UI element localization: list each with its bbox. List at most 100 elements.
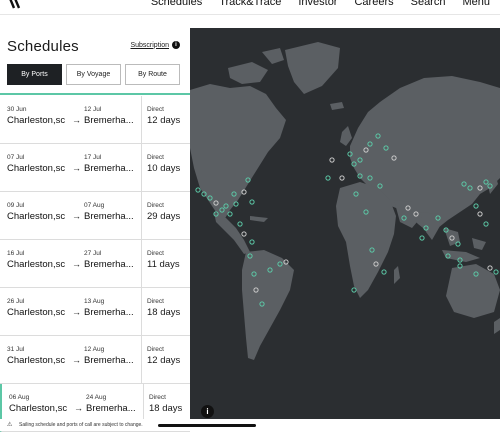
arrival-date: 13 Aug xyxy=(84,298,105,305)
transit-duration: 11 days xyxy=(147,259,180,270)
port-marker[interactable] xyxy=(419,235,425,241)
footer-notice-text: Sailing schedule and ports of call are s… xyxy=(19,422,143,428)
nav-links: Schedules Track&Trace Investor Careers S… xyxy=(134,0,490,8)
route-type: Direct xyxy=(147,202,164,209)
arrival-cell: 12 Aug Bremerha... xyxy=(84,346,140,366)
port-marker[interactable] xyxy=(487,265,493,271)
arrival-date: 27 Jul xyxy=(84,250,102,257)
schedule-row[interactable]: 31 Jul Charleston,sc → 12 Aug Bremerha... Dir… xyxy=(0,336,190,384)
transit-duration: 10 days xyxy=(147,163,181,174)
transit-duration: 12 days xyxy=(147,355,181,366)
logo-icon[interactable] xyxy=(8,0,24,10)
arrow-right-icon: → xyxy=(72,355,81,365)
transit-duration: 12 days xyxy=(147,115,181,126)
arrival-cell: 07 Aug Bremerha... xyxy=(84,202,140,222)
arrival-date: 07 Aug xyxy=(84,202,105,209)
arrow-right-icon: → xyxy=(72,211,81,221)
departure-cell: 26 Jul Charleston,sc xyxy=(7,298,75,318)
page-title: Schedules xyxy=(7,38,79,55)
top-nav: Schedules Track&Trace Investor Careers S… xyxy=(0,0,500,15)
info-icon[interactable]: i xyxy=(172,41,180,49)
arrival-cell: 27 Jul Bremerha... xyxy=(84,250,140,270)
map-info-icon[interactable]: i xyxy=(201,405,214,418)
schedule-row[interactable]: 07 Jul Charleston,sc → 17 Jul Bremerha... Dir… xyxy=(0,144,190,192)
departure-date: 09 Jul xyxy=(7,202,25,209)
port-marker[interactable] xyxy=(339,175,345,181)
nav-schedules[interactable]: Schedules xyxy=(151,0,202,8)
departure-cell: 09 Jul Charleston,sc xyxy=(7,202,75,222)
port-marker[interactable] xyxy=(493,269,499,275)
home-indicator xyxy=(158,424,256,427)
origin-port: Charleston,sc xyxy=(9,403,68,414)
port-marker[interactable] xyxy=(473,203,479,209)
arrival-cell: 13 Aug Bremerha... xyxy=(84,298,140,318)
route-type: Direct xyxy=(147,106,164,113)
arrow-right-icon: → xyxy=(72,259,81,269)
schedule-row[interactable]: 09 Jul Charleston,sc → 07 Aug Bremerha... Dir… xyxy=(0,192,190,240)
destination-port: Bremerha... xyxy=(84,163,134,174)
schedule-row[interactable]: 16 Jul Charleston,sc → 27 Jul Bremerha... Dir… xyxy=(0,240,190,288)
map-canvas[interactable] xyxy=(190,28,500,427)
route-type: Direct xyxy=(149,394,166,401)
origin-port: Charleston,sc xyxy=(7,355,66,366)
route-type: Direct xyxy=(147,346,164,353)
arrow-right-icon: → xyxy=(72,307,81,317)
departure-date: 06 Aug xyxy=(9,394,30,401)
route-type-cell: Direct 11 days xyxy=(141,240,191,287)
port-marker[interactable] xyxy=(351,287,357,293)
route-type-cell: Direct 10 days xyxy=(141,144,191,191)
tab-by-route[interactable]: By Route xyxy=(125,64,180,85)
port-marker[interactable] xyxy=(329,157,335,163)
transit-duration: 29 days xyxy=(147,211,181,222)
route-type-cell: Direct 29 days xyxy=(141,192,191,239)
port-marker[interactable] xyxy=(241,231,247,237)
origin-port: Charleston,sc xyxy=(7,307,66,318)
port-marker[interactable] xyxy=(227,211,233,217)
search-mode-tabs: By Ports By Voyage By Route xyxy=(7,64,180,85)
route-type-cell: Direct 12 days xyxy=(141,96,191,143)
departure-date: 16 Jul xyxy=(7,250,25,257)
origin-port: Charleston,sc xyxy=(7,259,66,270)
route-type: Direct xyxy=(147,154,164,161)
route-type-cell: Direct 18 days xyxy=(141,288,191,335)
subscription-label[interactable]: Subscription xyxy=(130,42,169,49)
schedule-panel: Schedules Subscription i By Ports By Voy… xyxy=(0,28,190,432)
tab-by-ports[interactable]: By Ports xyxy=(7,64,62,85)
arrow-right-icon: → xyxy=(74,403,83,413)
port-marker[interactable] xyxy=(325,175,331,181)
transit-duration: 18 days xyxy=(147,307,181,318)
destination-port: Bremerha... xyxy=(84,259,134,270)
port-marker[interactable] xyxy=(195,187,201,193)
destination-port: Bremerha... xyxy=(84,355,134,366)
nav-investor[interactable]: Investor xyxy=(298,0,337,8)
departure-date: 30 Jun xyxy=(7,106,27,113)
origin-port: Charleston,sc xyxy=(7,211,66,222)
departure-cell: 06 Aug Charleston,sc xyxy=(9,394,77,414)
route-type: Direct xyxy=(147,250,164,257)
port-marker[interactable] xyxy=(249,199,255,205)
land-masses xyxy=(190,42,500,360)
schedule-row[interactable]: 30 Jun Charleston,sc → 12 Jul Bremerha... Dir… xyxy=(0,96,190,144)
arrow-right-icon: → xyxy=(72,163,81,173)
departure-cell: 31 Jul Charleston,sc xyxy=(7,346,75,366)
arrival-date: 12 Aug xyxy=(84,346,105,353)
nav-search[interactable]: Search xyxy=(411,0,446,8)
tab-by-voyage[interactable]: By Voyage xyxy=(66,64,121,85)
subscription-link[interactable]: Subscription i xyxy=(130,41,180,49)
nav-careers[interactable]: Careers xyxy=(354,0,393,8)
nav-menu[interactable]: Menu xyxy=(462,0,490,8)
port-marker[interactable] xyxy=(381,269,387,275)
destination-port: Bremerha... xyxy=(84,211,134,222)
loading-progress xyxy=(0,93,190,95)
port-marker[interactable] xyxy=(237,221,243,227)
schedule-row[interactable]: 26 Jul Charleston,sc → 13 Aug Bremerha... Dir… xyxy=(0,288,190,336)
origin-port: Charleston,sc xyxy=(7,115,66,126)
world-map[interactable] xyxy=(190,28,500,427)
port-marker[interactable] xyxy=(477,211,483,217)
port-marker[interactable] xyxy=(483,221,489,227)
destination-port: Bremerha... xyxy=(84,115,134,126)
warning-icon: ⚠ xyxy=(7,422,13,428)
nav-track-trace[interactable]: Track&Trace xyxy=(219,0,281,8)
departure-date: 31 Jul xyxy=(7,346,25,353)
port-marker[interactable] xyxy=(249,239,255,245)
